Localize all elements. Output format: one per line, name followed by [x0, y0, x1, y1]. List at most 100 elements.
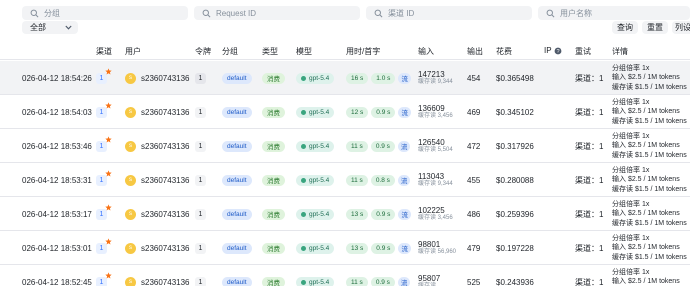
row-output: 455: [467, 175, 481, 185]
row-user[interactable]: s s2360743136: [125, 61, 190, 95]
col-group: 分组: [222, 47, 238, 56]
username-input[interactable]: 用户名称: [538, 6, 690, 20]
model-badge[interactable]: gpt-5.4: [296, 174, 335, 186]
reset-button[interactable]: 重置: [642, 21, 668, 34]
type-select[interactable]: 全部: [22, 21, 78, 34]
model-badge[interactable]: gpt-5.4: [296, 208, 335, 220]
input-tokens: 113043: [418, 172, 445, 181]
row-model[interactable]: gpt-5.4: [296, 129, 335, 163]
detail-input-price: 输入 $2.5 / 1M tokens: [612, 278, 680, 286]
row-detail: 分组倍率 1x 输入 $2.5 / 1M tokens 缓存读 $1.5 / 1…: [612, 95, 687, 129]
row-channel[interactable]: 1: [96, 231, 112, 265]
avatar: s: [125, 242, 136, 254]
table-row[interactable]: 026-04-12 18:52:45 1 s s2360743136 1 def…: [0, 265, 690, 286]
row-user[interactable]: s s2360743136: [125, 265, 190, 286]
table-row[interactable]: 026-04-12 18:53:31 1 s s2360743136 1 def…: [0, 163, 690, 197]
model-badge[interactable]: gpt-5.4: [296, 276, 335, 286]
row-group: default: [222, 95, 252, 129]
row-model[interactable]: gpt-5.4: [296, 95, 335, 129]
avatar: s: [125, 208, 136, 220]
row-user[interactable]: s s2360743136: [125, 129, 190, 163]
row-model[interactable]: gpt-5.4: [296, 231, 335, 265]
row-channel[interactable]: 1: [96, 61, 112, 95]
channel-tag[interactable]: 1: [96, 169, 112, 186]
input-tokens: 126540: [418, 138, 445, 147]
channel-tag[interactable]: 1: [96, 271, 112, 286]
row-model[interactable]: gpt-5.4: [296, 163, 335, 197]
row-model[interactable]: gpt-5.4: [296, 61, 335, 95]
username-placeholder: 用户名称: [560, 8, 592, 18]
channel-tag[interactable]: 1: [96, 135, 112, 152]
row-time: 026-04-12 18:52:45: [22, 277, 92, 286]
first-token-badge: 0.9 s: [370, 140, 395, 152]
detail-group-ratio: 分组倍率 1x: [612, 234, 650, 242]
row-time: 026-04-12 18:53:46: [22, 141, 92, 151]
model-badge[interactable]: gpt-5.4: [296, 242, 335, 254]
row-user[interactable]: s s2360743136: [125, 163, 190, 197]
row-group: default: [222, 61, 252, 95]
model-dot-icon: [301, 279, 306, 285]
row-retry: 渠道：1: [575, 73, 604, 83]
duration-badge: 13 s: [346, 208, 369, 220]
model-badge[interactable]: gpt-5.4: [296, 106, 335, 118]
search-icon: [546, 9, 555, 17]
row-cost: $0.197228: [496, 243, 534, 253]
row-user[interactable]: s s2360743136: [125, 95, 190, 129]
table-row[interactable]: 026-04-12 18:54:03 1 s s2360743136 1 def…: [0, 95, 690, 129]
column-settings-button[interactable]: 列设置: [672, 21, 690, 34]
row-model[interactable]: gpt-5.4: [296, 197, 335, 231]
channel-id: 1: [99, 244, 104, 252]
row-channel[interactable]: 1: [96, 163, 112, 197]
model-name: gpt-5.4: [309, 142, 330, 150]
cache-read: 缓存读 3,456: [418, 215, 453, 221]
row-channel[interactable]: 1: [96, 265, 112, 286]
row-retry: 渠道：1: [575, 141, 604, 151]
query-button[interactable]: 查询: [612, 21, 638, 34]
col-retry: 重试: [575, 47, 591, 56]
channel-tag[interactable]: 1: [96, 101, 112, 118]
model-badge[interactable]: gpt-5.4: [296, 140, 335, 152]
input-tokens: 102225: [418, 206, 445, 215]
search-icon: [30, 9, 39, 17]
row-time: 026-04-12 18:53:01: [22, 243, 92, 253]
row-channel[interactable]: 1: [96, 95, 112, 129]
request-id-input[interactable]: Request ID: [194, 6, 360, 20]
avatar: s: [125, 106, 136, 118]
group-filter-input[interactable]: 分组: [22, 6, 188, 20]
row-detail: 分组倍率 1x 输入 $2.5 / 1M tokens 缓存读 $1.5 / 1…: [612, 129, 687, 163]
first-token-badge: 0.9 s: [371, 106, 396, 118]
channel-tag[interactable]: 1: [96, 237, 112, 254]
table-row[interactable]: 026-04-12 18:54:26 1 s s2360743136 1 def…: [0, 61, 690, 95]
row-time: 026-04-12 18:53:17: [22, 209, 92, 219]
col-type: 类型: [262, 47, 278, 56]
row-cost: $0.243936: [496, 277, 534, 286]
row-cost: $0.259396: [496, 209, 534, 219]
row-token: 1: [195, 61, 206, 95]
help-icon[interactable]: ?: [554, 47, 562, 55]
row-user[interactable]: s s2360743136: [125, 231, 190, 265]
table-row[interactable]: 026-04-12 18:53:17 1 s s2360743136 1 def…: [0, 197, 690, 231]
table-row[interactable]: 026-04-12 18:53:46 1 s s2360743136 1 def…: [0, 129, 690, 163]
channel-id-input[interactable]: 渠道 ID: [366, 6, 532, 20]
row-channel[interactable]: 1: [96, 197, 112, 231]
detail-group-ratio: 分组倍率 1x: [612, 98, 650, 106]
row-channel[interactable]: 1: [96, 129, 112, 163]
type-badge: 消费: [262, 106, 285, 118]
model-dot-icon: [301, 143, 306, 149]
row-model[interactable]: gpt-5.4: [296, 265, 335, 286]
row-input: 102225 缓存读 3,456: [418, 197, 453, 231]
input-tokens: 98801: [418, 240, 441, 249]
model-badge[interactable]: gpt-5.4: [296, 72, 335, 84]
type-badge: 消费: [262, 242, 285, 254]
table-row[interactable]: 026-04-12 18:53:01 1 s s2360743136 1 def…: [0, 231, 690, 265]
channel-tag[interactable]: 1: [96, 67, 112, 84]
row-output: 525: [467, 277, 481, 286]
stream-badge: 流: [398, 242, 411, 254]
row-user[interactable]: s s2360743136: [125, 197, 190, 231]
model-dot-icon: [301, 109, 306, 115]
row-detail: 分组倍率 1x 输入 $2.5 / 1M tokens 缓存读 $1.5 / 1…: [612, 265, 687, 286]
row-input: 113043 缓存读 9,344: [418, 163, 453, 197]
channel-tag[interactable]: 1: [96, 203, 112, 220]
detail-input-price: 输入 $2.5 / 1M tokens: [612, 244, 680, 252]
first-token-badge: 0.9 s: [371, 242, 396, 254]
